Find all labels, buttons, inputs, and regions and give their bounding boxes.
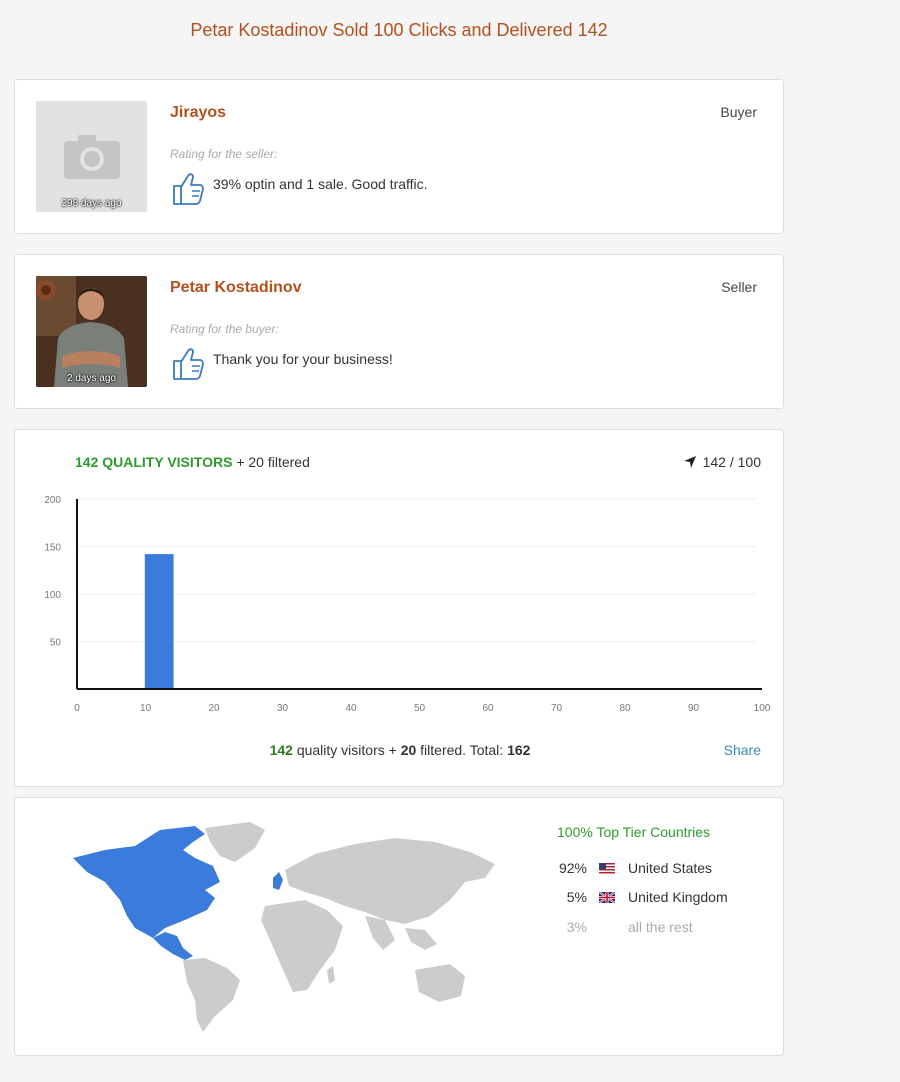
country-pct: 92%: [558, 860, 587, 876]
camera-icon: [64, 135, 120, 179]
summary-filtered-text: filtered. Total:: [420, 742, 504, 758]
south-america-region: [183, 958, 240, 1032]
y-tick-label: 50: [50, 638, 62, 649]
us-flag-icon: [599, 862, 615, 874]
buyer-avatar[interactable]: 298 days ago: [36, 101, 147, 212]
x-tick-label: 40: [345, 703, 357, 714]
visitors-card: 142 QUALITY VISITORS + 20 filtered 142 /…: [14, 429, 784, 787]
location-arrow-icon: [683, 456, 696, 468]
seller-photo: [36, 276, 147, 387]
rating-label: Rating for the seller:: [170, 147, 278, 161]
australia-region: [415, 964, 465, 1002]
review-comment: Thank you for your business!: [213, 351, 393, 367]
x-tick-label: 90: [688, 703, 700, 714]
x-tick-label: 20: [208, 703, 220, 714]
world-map: [73, 822, 495, 1032]
x-tick-label: 100: [754, 703, 771, 714]
reviewer-role: Buyer: [720, 104, 757, 120]
review-time: 2 days ago: [67, 373, 116, 384]
country-name: United States: [628, 860, 713, 876]
share-link[interactable]: Share: [724, 742, 761, 758]
summary-filtered: 20: [400, 742, 417, 758]
madagascar-region: [327, 966, 335, 984]
seller-avatar[interactable]: 2 days ago: [36, 276, 147, 387]
review-time: 298 days ago: [61, 198, 122, 209]
country-name: United Kingdom: [628, 889, 728, 905]
thumbs-up-icon: [173, 173, 204, 205]
country-pct: 3%: [566, 919, 587, 935]
uk-region: [273, 872, 283, 890]
summary-quality: 142: [269, 742, 293, 758]
central-america-region: [153, 932, 193, 960]
x-tick-label: 80: [619, 703, 631, 714]
summary-quality-text: quality visitors +: [296, 742, 397, 758]
page-title: Petar Kostadinov Sold 100 Clicks and Del…: [190, 20, 608, 40]
visitors-bar-chart: 50 100 150 200 0 10 20 30 40 50 60 70 80 90 100: [44, 495, 771, 714]
bar: [144, 554, 174, 689]
x-tick-label: 30: [277, 703, 289, 714]
seller-review-card: 2 days ago Petar Kostadinov Seller Ratin…: [14, 254, 784, 409]
north-america-region: [73, 826, 220, 938]
x-tick-label: 60: [482, 703, 494, 714]
filtered-label: + 20 filtered: [236, 454, 310, 470]
y-tick-label: 100: [44, 590, 61, 601]
reviewer-name[interactable]: Petar Kostadinov: [170, 279, 302, 297]
delivered-ratio: 142 / 100: [683, 454, 761, 470]
visitors-summary: 142 quality visitors + 20 filtered. Tota…: [15, 742, 785, 758]
buyer-review-card: 298 days ago Jirayos Buyer Rating for th…: [14, 79, 784, 234]
reviewer-name[interactable]: Jirayos: [170, 104, 226, 122]
country-name: all the rest: [628, 919, 693, 935]
y-tick-label: 150: [44, 543, 61, 554]
summary-total: 162: [507, 742, 531, 758]
country-row-us: 92% United States: [545, 860, 712, 876]
visitors-header: 142 QUALITY VISITORS + 20 filtered: [75, 454, 310, 470]
country-pct: 5%: [566, 889, 587, 905]
geo-card: 100% Top Tier Countries 92% United State…: [14, 797, 784, 1056]
x-tick-label: 0: [74, 703, 80, 714]
uk-flag-icon: [599, 891, 615, 903]
top-tier-label: 100% Top Tier Countries: [557, 824, 711, 840]
delivered-ratio-text: 142 / 100: [702, 454, 761, 470]
reviewer-role: Seller: [721, 279, 757, 295]
greenland-region: [205, 822, 265, 862]
x-tick-label: 50: [414, 703, 426, 714]
review-comment: 39% optin and 1 sale. Good traffic.: [213, 176, 428, 192]
x-tick-label: 70: [551, 703, 563, 714]
thumbs-up-icon: [173, 348, 204, 380]
rating-label: Rating for the buyer:: [170, 322, 279, 336]
country-row-rest: 3% all the rest: [545, 919, 693, 935]
y-tick-label: 200: [44, 495, 61, 506]
country-row-uk: 5% United Kingdom: [545, 889, 728, 905]
x-tick-label: 10: [140, 703, 152, 714]
southeast-asia-region: [405, 928, 437, 950]
quality-visitors-label: 142 QUALITY VISITORS: [75, 454, 233, 470]
